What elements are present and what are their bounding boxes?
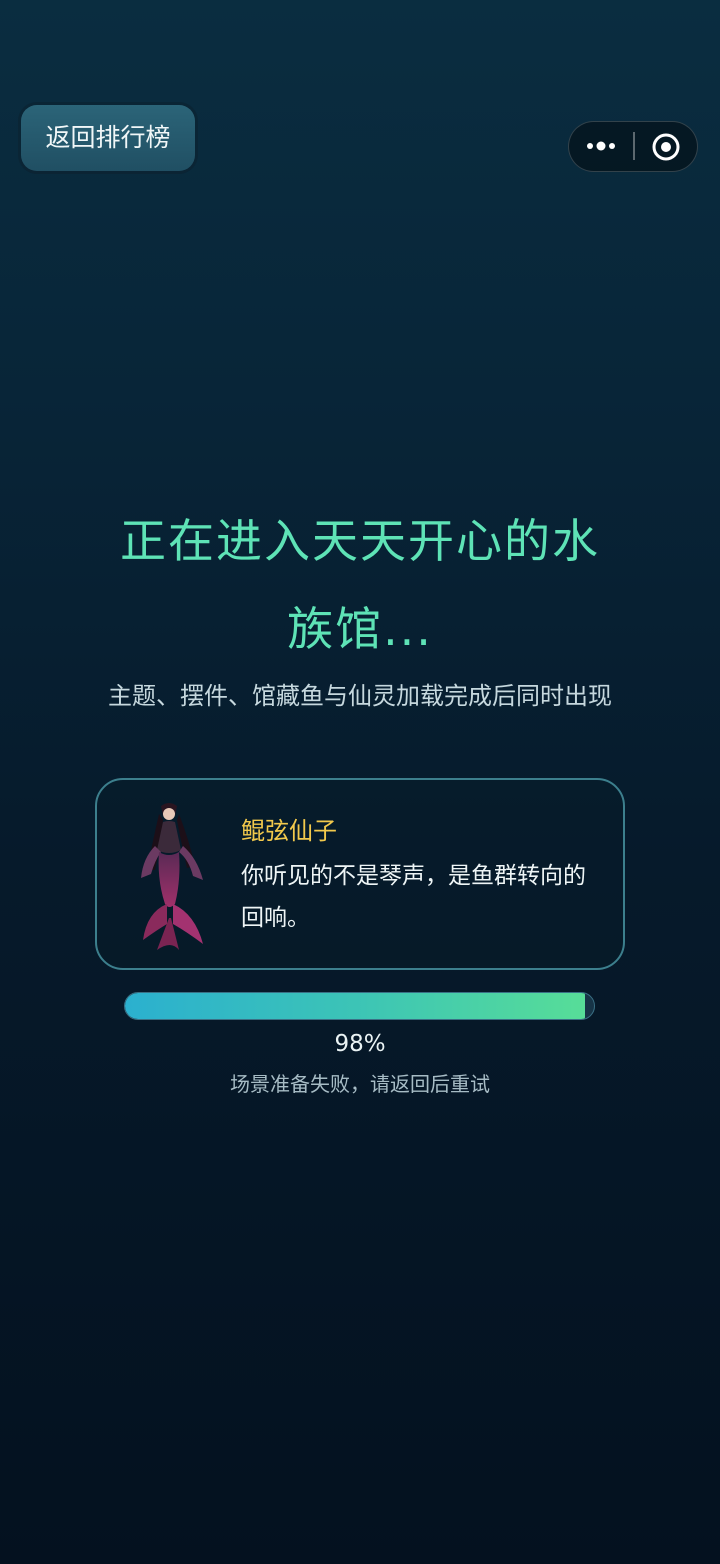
target-circle-icon bbox=[652, 133, 680, 161]
mini-program-capsule bbox=[568, 121, 698, 172]
spirit-card: 鲲弦仙子 你听见的不是琴声，是鱼群转向的回响。 bbox=[95, 778, 625, 970]
back-to-leaderboard-button[interactable]: 返回排行榜 bbox=[21, 105, 195, 171]
loading-title: 正在进入天天开心的水族馆... bbox=[120, 514, 600, 656]
more-dots-icon bbox=[587, 141, 615, 151]
loading-subtitle: 主题、摆件、馆藏鱼与仙灵加载完成后同时出现 bbox=[108, 682, 612, 710]
loading-status-text: 场景准备失败，请返回后重试 bbox=[230, 1072, 490, 1096]
more-button[interactable] bbox=[569, 122, 633, 170]
close-mini-program-button[interactable] bbox=[635, 122, 697, 170]
progress-percent: 98% bbox=[334, 1031, 386, 1057]
spirit-name: 鲲弦仙子 bbox=[241, 817, 337, 845]
spirit-quote: 你听见的不是琴声，是鱼群转向的回响。 bbox=[241, 863, 586, 931]
loading-progress-bar bbox=[124, 992, 595, 1020]
progress-fill bbox=[125, 993, 585, 1019]
mermaid-fairy-portrait bbox=[141, 803, 203, 950]
